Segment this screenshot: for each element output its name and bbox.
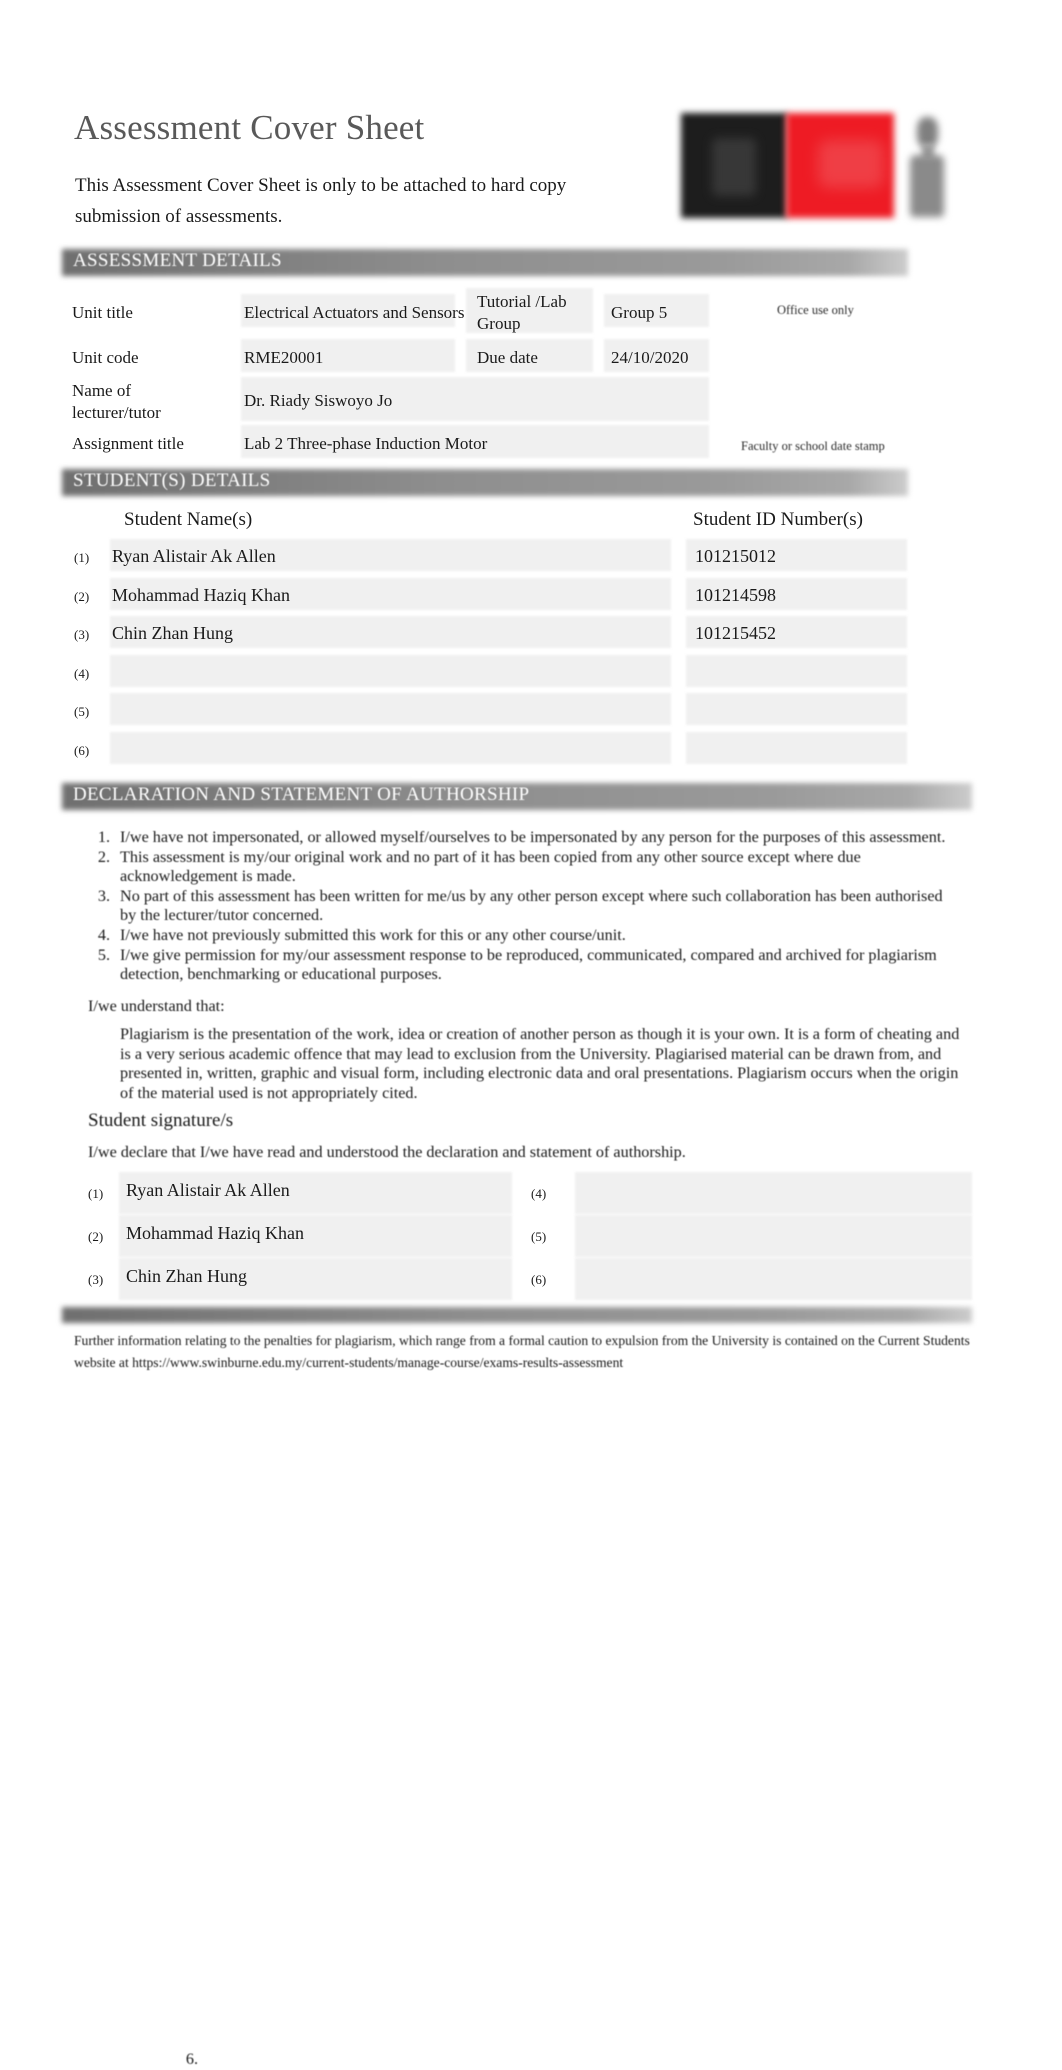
declaration-item-plagiarism: 6. Plagiarism is the presentation of the… — [88, 1025, 960, 2068]
declaration-understand-intro: I/we understand that: — [88, 997, 225, 1015]
student-id-cell — [686, 655, 907, 687]
unit-title-label: Unit title — [72, 303, 133, 322]
signature-index: (5) — [531, 1229, 547, 1244]
declaration-item-number: 6. — [185, 2050, 198, 2068]
student-row-index: (3) — [74, 627, 90, 642]
student-id-value[interactable]: 101215452 — [695, 623, 776, 644]
student-signature-subtext: I/we declare that I/we have read and und… — [88, 1143, 686, 1161]
declaration-item: 5. I/we give permission for my/our asses… — [88, 946, 960, 985]
assessment-details-section-title: ASSESSMENT DETAILS — [73, 250, 282, 271]
declaration-item: 1. I/we have not impersonated, or allowe… — [88, 828, 960, 848]
student-id-column-header: Student ID Number(s) — [693, 509, 863, 530]
unit-code-label: Unit code — [72, 348, 139, 367]
assessment-cover-sheet-page: Assessment Cover Sheet This Assessment C… — [0, 0, 1062, 2068]
office-use-only-label: Office use only — [777, 303, 854, 317]
student-row-index: (2) — [74, 589, 90, 604]
assignment-title-value[interactable]: Lab 2 Three-phase Induction Motor — [244, 434, 487, 454]
declaration-list: 1. I/we have not impersonated, or allowe… — [88, 828, 960, 985]
signature-field-cell — [575, 1172, 972, 1214]
unit-code-value[interactable]: RME20001 — [244, 348, 323, 368]
declaration-item-text: This assessment is my/our original work … — [120, 847, 861, 886]
footer-plagiarism-note: Further information relating to the pena… — [74, 1333, 970, 1370]
declaration-item-number: 5. — [97, 945, 110, 964]
student-id-value[interactable]: 101215012 — [695, 546, 776, 567]
student-name-value[interactable]: Ryan Alistair Ak Allen — [112, 546, 276, 567]
signature-index: (3) — [88, 1272, 104, 1287]
student-name-value[interactable]: Chin Zhan Hung — [112, 623, 233, 644]
student-name-cell — [110, 693, 671, 725]
due-date-value[interactable]: 24/10/2020 — [611, 348, 688, 368]
logo-figure-body-icon — [910, 155, 944, 217]
page-title: Assessment Cover Sheet — [74, 108, 425, 147]
student-row-index: (5) — [74, 704, 90, 719]
declaration-section-title: DECLARATION AND STATEMENT OF AUTHORSHIP — [73, 784, 530, 805]
student-id-cell — [686, 693, 907, 725]
signature-index: (1) — [88, 1186, 104, 1201]
declaration-item-number: 1. — [97, 828, 110, 846]
tutorial-group-label: Tutorial /Lab Group — [477, 292, 567, 333]
due-date-label: Due date — [477, 348, 538, 367]
footer-divider-bar — [62, 1307, 972, 1323]
declaration-item-number: 2. — [97, 847, 110, 866]
assignment-title-label: Assignment title — [72, 434, 184, 453]
tutorial-group-value[interactable]: Group 5 — [611, 303, 667, 323]
logo-black-glyph-icon — [712, 138, 756, 196]
declaration-item-text: Plagiarism is the presentation of the wo… — [120, 1025, 960, 1102]
declaration-item-text: I/we have not previously submitted this … — [120, 925, 626, 944]
student-row-index: (1) — [74, 550, 90, 565]
logo-figure-head-icon — [917, 117, 938, 147]
signature-index: (2) — [88, 1229, 104, 1244]
student-details-section-title: STUDENT(S) DETAILS — [73, 470, 271, 491]
student-id-cell — [686, 732, 907, 764]
signature-index: (6) — [531, 1272, 547, 1287]
student-row-index: (4) — [74, 666, 90, 681]
signature-field-cell — [575, 1258, 972, 1300]
declaration-item-text: I/we give permission for my/our assessme… — [120, 945, 937, 984]
lecturer-value[interactable]: Dr. Riady Siswoyo Jo — [244, 391, 392, 411]
page-subtitle: This Assessment Cover Sheet is only to b… — [75, 175, 567, 227]
declaration-item-text: I/we have not impersonated, or allowed m… — [120, 828, 946, 846]
student-signature-heading: Student signature/s — [88, 1110, 234, 1131]
signature-value[interactable]: Ryan Alistair Ak Allen — [126, 1180, 290, 1201]
student-id-value[interactable]: 101214598 — [695, 585, 776, 606]
unit-title-value[interactable]: Electrical Actuators and Sensors — [244, 303, 464, 323]
logo-red-glyph-icon — [818, 140, 884, 188]
declaration-item: 4. I/we have not previously submitted th… — [88, 926, 960, 946]
student-name-value[interactable]: Mohammad Haziq Khan — [112, 585, 290, 606]
signature-value[interactable]: Mohammad Haziq Khan — [126, 1223, 304, 1244]
declaration-item-number: 3. — [97, 886, 110, 905]
student-row-index: (6) — [74, 743, 90, 758]
signature-value[interactable]: Chin Zhan Hung — [126, 1266, 247, 1287]
declaration-item: 3. No part of this assessment has been w… — [88, 887, 960, 926]
student-name-column-header: Student Name(s) — [124, 509, 253, 530]
student-name-cell — [110, 732, 671, 764]
declaration-item: 2. This assessment is my/our original wo… — [88, 848, 960, 887]
declaration-item-number: 4. — [97, 925, 110, 944]
student-name-cell — [110, 655, 671, 687]
lecturer-label: Name of lecturer/tutor — [72, 381, 161, 422]
signature-field-cell — [575, 1215, 972, 1257]
university-logo — [670, 100, 980, 230]
declaration-item-text: No part of this assessment has been writ… — [120, 886, 943, 925]
faculty-date-stamp-label: Faculty or school date stamp — [741, 439, 885, 453]
signature-index: (4) — [531, 1186, 547, 1201]
